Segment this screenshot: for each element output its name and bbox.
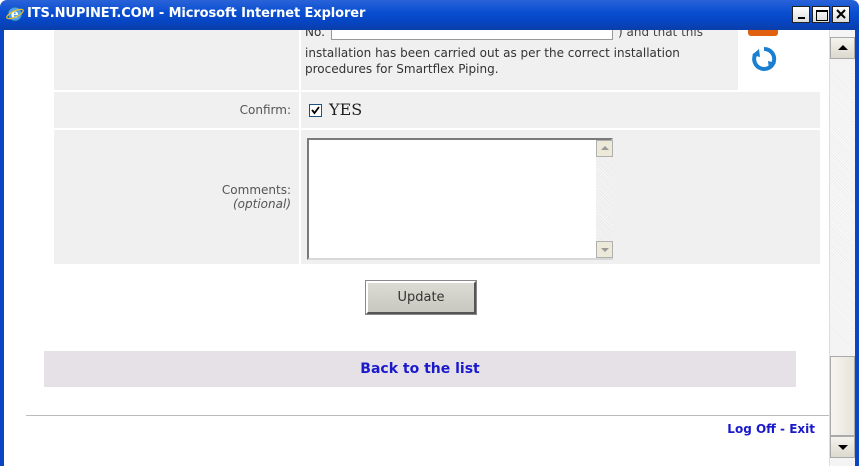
confirm-row: Confirm: YES	[54, 92, 820, 128]
scroll-down-icon[interactable]	[830, 436, 855, 458]
comments-label-cell: Comments: (optional)	[54, 130, 299, 264]
comments-scroll-up-icon[interactable]	[596, 140, 613, 157]
installation-no-field[interactable]	[331, 30, 613, 40]
comments-value-cell	[301, 130, 820, 264]
installation-tail-text: ) and that this	[618, 30, 703, 39]
comments-optional-label: (optional)	[233, 197, 291, 211]
page-scrollbar[interactable]	[829, 30, 855, 466]
header-graphic-fragment	[748, 30, 778, 36]
divider	[26, 415, 829, 416]
window-frame-right	[855, 30, 859, 466]
installation-value-cell: No. ) and that this installation has bee…	[301, 30, 738, 90]
refresh-cell	[740, 30, 820, 90]
minimize-icon[interactable]	[792, 6, 810, 23]
scroll-thumb[interactable]	[830, 356, 855, 436]
comments-label-block: Comments: (optional)	[222, 183, 291, 211]
confirm-value-cell: YES	[301, 92, 820, 128]
update-button[interactable]: Update	[365, 280, 477, 315]
confirm-label: Confirm:	[54, 92, 299, 128]
window-titlebar: e ITS.NUPINET.COM - Microsoft Internet E…	[0, 0, 859, 30]
logoff-link[interactable]: Log Off - Exit	[727, 422, 815, 436]
refresh-icon[interactable]	[751, 46, 777, 72]
comments-scrollbar[interactable]	[596, 140, 613, 258]
comments-scroll-down-icon[interactable]	[596, 241, 613, 258]
comments-label: Comments:	[221, 183, 291, 197]
internet-explorer-icon: e	[6, 5, 24, 23]
scroll-up-icon[interactable]	[830, 37, 855, 59]
installation-row: No. ) and that this installation has bee…	[54, 30, 820, 90]
confirm-checkbox[interactable]	[309, 104, 322, 117]
confirm-yes-label: YES	[329, 100, 363, 119]
comments-textarea[interactable]	[307, 138, 613, 260]
close-icon[interactable]	[832, 6, 850, 23]
installation-statement: installation has been carried out as per…	[305, 46, 680, 76]
back-to-list-link[interactable]: Back to the list	[360, 361, 479, 377]
window-title: ITS.NUPINET.COM - Microsoft Internet Exp…	[27, 6, 366, 21]
installation-label-cell	[54, 30, 299, 90]
page-content: No. ) and that this installation has bee…	[4, 30, 829, 466]
back-bar: Back to the list	[44, 351, 796, 387]
comments-row: Comments: (optional)	[54, 130, 820, 264]
maximize-icon[interactable]	[812, 6, 830, 23]
installation-no-label: No.	[305, 30, 325, 39]
